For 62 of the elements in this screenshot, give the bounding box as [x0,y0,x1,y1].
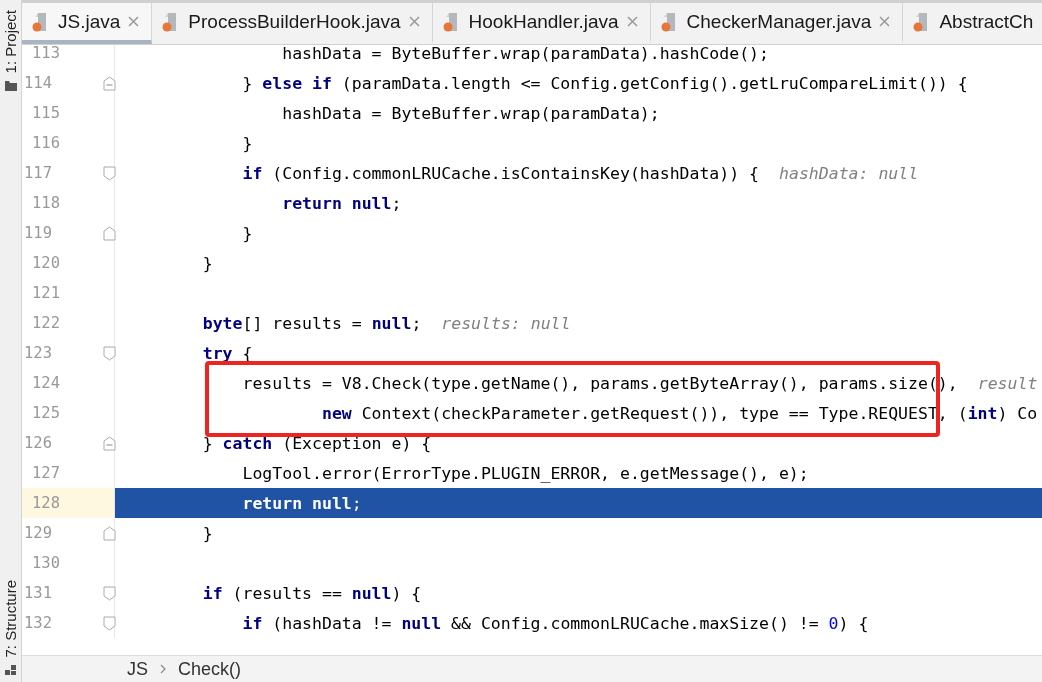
close-icon[interactable] [626,16,638,27]
line-number: 132 [23,614,52,632]
line-number: 124 [31,374,60,392]
code-line: } else if (paramData.length <= Config.getConfig().getLruCompareLimit()) { [241,73,968,93]
file-tab[interactable]: CheckerManager.java [650,3,904,44]
line-number: 119 [23,224,52,242]
line-number: 122 [31,314,60,332]
fold-marker-icon[interactable] [103,615,116,631]
fold-marker-icon[interactable] [103,585,116,601]
fold-marker-icon[interactable] [103,345,116,361]
code-line: } catch (Exception e) { [201,433,432,453]
line-number: 127 [31,464,60,482]
code-line: if (hashData != null && Config.commonLRUCache.maxSize() != 0) { [241,613,869,633]
file-tab[interactable]: JS.java [22,3,153,44]
code-line: hashData = ByteBuffer.wrap(paramData).hashCode(); [281,45,769,63]
code-line: } [241,223,253,243]
line-number: 113 [31,45,60,62]
code-line: } [201,253,213,273]
line-number: 117 [23,164,52,182]
breadcrumb-item[interactable]: Check() [178,658,242,680]
line-number: 123 [23,344,52,362]
line-number: 126 [23,434,52,452]
close-icon[interactable] [879,16,891,27]
fold-marker-icon[interactable] [103,225,116,241]
line-number: 114 [23,74,52,92]
inline-hint: result [977,373,1038,393]
code-line: hashData = ByteBuffer.wrap(paramData); [281,103,660,123]
code-line: } [201,523,213,543]
structure-icon [4,664,17,676]
fold-marker-icon[interactable] [103,165,116,181]
code-line: } [241,133,253,153]
code-line: if (Config.commonLRUCache.isContainsKey(hashData)) { [241,163,760,183]
line-number: 121 [31,284,60,302]
tool-window-tab[interactable]: 1: Project [0,10,21,74]
line-number: 130 [31,554,60,572]
fold-marker-icon[interactable] [103,75,116,91]
fold-marker-icon[interactable] [103,435,116,451]
line-number: 118 [31,194,60,212]
tool-window-tab[interactable]: 7: Structure [0,580,21,658]
close-icon[interactable] [408,16,420,27]
inline-hint: results: null [441,313,571,333]
file-tab[interactable]: AbstractCh [903,3,1042,44]
code-line: return null; [281,193,402,213]
code-line: return null; [241,493,362,513]
fold-marker-icon[interactable] [103,525,116,541]
line-number: 120 [31,254,60,272]
line-number: 129 [23,524,52,542]
file-tab[interactable]: HookHandler.java [432,3,651,44]
code-line: if (results == null) { [201,583,422,603]
chevron-icon [160,664,166,674]
code-line: LogTool.error(ErrorType.PLUGIN_ERROR, e.getMessage(), e); [241,463,809,483]
code-line: byte[] results = null; [201,313,422,333]
folder-icon [4,79,17,92]
line-number: 125 [31,404,60,422]
file-tab[interactable]: ProcessBuilderHook.java [152,3,433,44]
line-number: 128 [31,494,60,512]
breadcrumb-item[interactable]: JS [127,658,148,680]
line-number: 131 [23,584,52,602]
line-number: 115 [31,104,60,122]
close-icon[interactable] [128,16,140,27]
inline-hint: hashData: null [779,163,919,183]
line-number: 116 [31,134,60,152]
